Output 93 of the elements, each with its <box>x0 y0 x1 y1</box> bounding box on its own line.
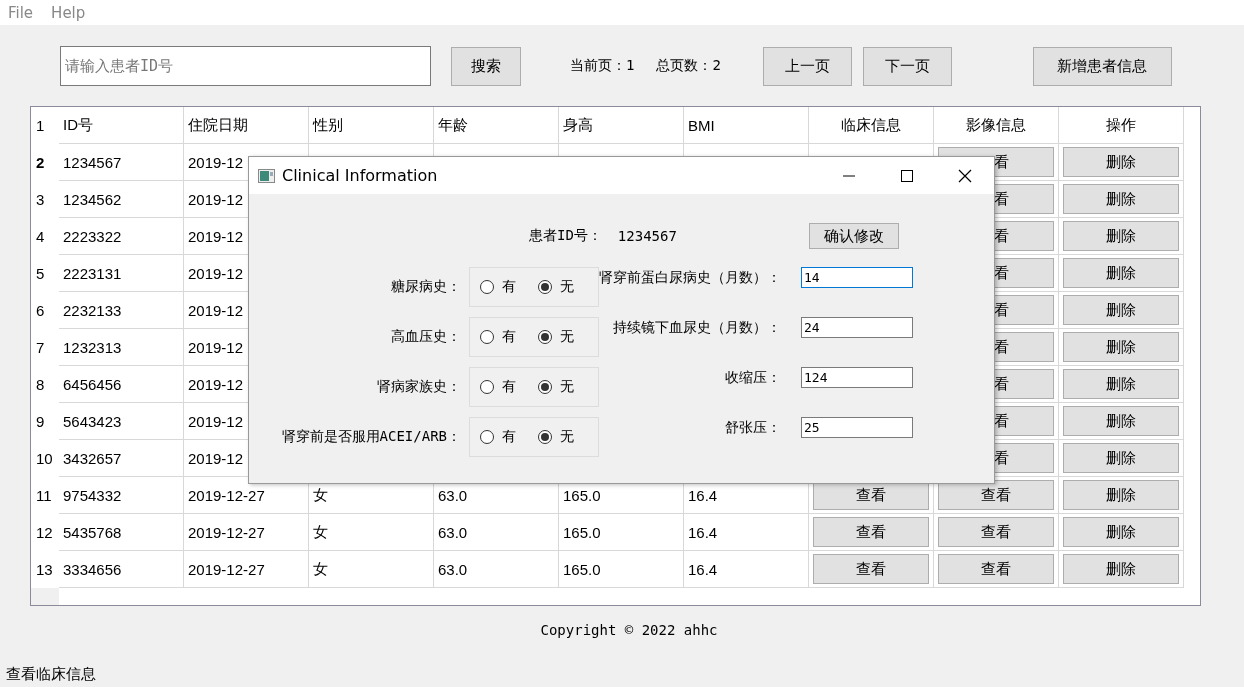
table-cell: 165.0 <box>559 551 684 588</box>
table-cell: 16.4 <box>684 551 809 588</box>
table-cell: 女 <box>309 514 434 551</box>
table-button[interactable]: 删除 <box>1063 258 1179 288</box>
radio-option[interactable]: 无 <box>538 428 574 446</box>
column-header: BMI <box>684 107 809 144</box>
text-field[interactable]: 14 <box>801 267 913 288</box>
table-button[interactable]: 删除 <box>1063 480 1179 510</box>
copyright-text: Copyright © 2022 ahhc <box>540 622 718 640</box>
table-cell: 5643423 <box>59 403 184 440</box>
search-field[interactable]: 请输入患者ID号 <box>60 46 431 86</box>
row-header-strip <box>31 588 59 605</box>
table-button[interactable]: 删除 <box>1063 295 1179 325</box>
column-header: 身高 <box>559 107 684 144</box>
previous-page-button[interactable]: 上一页 <box>762 46 852 86</box>
radio-indicator[interactable] <box>480 280 494 294</box>
table-button[interactable]: 删除 <box>1063 332 1179 362</box>
table-cell: 1234562 <box>59 181 184 218</box>
table-cell: 3334656 <box>59 551 184 588</box>
field-label: 糖尿病史： <box>391 278 461 296</box>
status-text: 查看临床信息 <box>6 665 96 683</box>
table-cell: 9754332 <box>59 477 184 514</box>
table-button[interactable]: 查看 <box>813 554 929 584</box>
column-header: 影像信息 <box>934 107 1059 144</box>
field-label: 肾穿前蛋白尿病史（月数）： <box>599 269 781 287</box>
radio-indicator[interactable] <box>538 380 552 394</box>
column-header: ID号 <box>59 107 184 144</box>
radio-indicator[interactable] <box>480 330 494 344</box>
radio-option[interactable]: 有 <box>480 278 516 296</box>
radio-option[interactable]: 无 <box>538 378 574 396</box>
table-cell: 165.0 <box>559 514 684 551</box>
table-cell: 1234567 <box>59 144 184 181</box>
radio-indicator[interactable] <box>480 430 494 444</box>
table-button[interactable]: 删除 <box>1063 369 1179 399</box>
table-button[interactable]: 查看 <box>938 480 1054 510</box>
field-label: 持续镜下血尿史（月数）： <box>613 319 781 337</box>
table-button[interactable]: 删除 <box>1063 221 1179 251</box>
add-patient-button[interactable]: 新增患者信息 <box>1032 46 1172 86</box>
column-header: 性别 <box>309 107 434 144</box>
field-label: 高血压史： <box>391 328 461 346</box>
text-field[interactable]: 25 <box>801 417 913 438</box>
column-header: 临床信息 <box>809 107 934 144</box>
table-cell: 2223322 <box>59 218 184 255</box>
radio-indicator[interactable] <box>538 430 552 444</box>
table-cell: 2019-12-27 <box>184 551 309 588</box>
patient-id-value: 1234567 <box>617 228 677 244</box>
search-button[interactable]: 搜索 <box>451 46 521 86</box>
table-cell: 16.4 <box>684 514 809 551</box>
table-button[interactable]: 查看 <box>938 517 1054 547</box>
table-cell: 1232313 <box>59 329 184 366</box>
table-cell: 5435768 <box>59 514 184 551</box>
menu-item[interactable]: File <box>8 3 34 22</box>
radio-option[interactable]: 无 <box>538 278 574 296</box>
confirm-button[interactable]: 确认修改 <box>809 223 899 249</box>
field-label: 舒张压： <box>725 419 781 437</box>
total-pages-label: 总页数：2 <box>656 57 721 75</box>
radio-indicator[interactable] <box>538 280 552 294</box>
next-page-button[interactable]: 下一页 <box>862 46 952 86</box>
table-button[interactable]: 删除 <box>1063 554 1179 584</box>
table-cell: 63.0 <box>434 551 559 588</box>
current-page-label: 当前页：1 <box>570 57 635 75</box>
table-cell: 6456456 <box>59 366 184 403</box>
column-header: 操作 <box>1059 107 1184 144</box>
radio-option[interactable]: 有 <box>480 428 516 446</box>
table-button[interactable]: 删除 <box>1063 443 1179 473</box>
table-button[interactable]: 查看 <box>938 554 1054 584</box>
text-field[interactable]: 124 <box>801 367 913 388</box>
menu-item[interactable]: Help <box>51 3 86 22</box>
column-header: 年龄 <box>434 107 559 144</box>
table-button[interactable]: 删除 <box>1063 147 1179 177</box>
radio-option[interactable]: 有 <box>480 328 516 346</box>
table-cell: 3432657 <box>59 440 184 477</box>
maximize-icon[interactable] <box>900 168 914 183</box>
table-cell: 2019-12-27 <box>184 514 309 551</box>
text-field[interactable]: 24 <box>801 317 913 338</box>
radio-indicator[interactable] <box>538 330 552 344</box>
radio-indicator[interactable] <box>480 380 494 394</box>
table-cell: 63.0 <box>434 514 559 551</box>
field-label: 肾病家族史： <box>377 378 461 396</box>
table-button[interactable]: 删除 <box>1063 184 1179 214</box>
table-button[interactable]: 查看 <box>813 517 929 547</box>
table-button[interactable]: 删除 <box>1063 517 1179 547</box>
table-cell: 2232133 <box>59 292 184 329</box>
column-header: 住院日期 <box>184 107 309 144</box>
close-icon[interactable] <box>958 168 972 183</box>
table-cell: 2223131 <box>59 255 184 292</box>
field-label: 患者ID号： <box>529 227 602 245</box>
field-label: 收缩压： <box>725 369 781 387</box>
radio-option[interactable]: 有 <box>480 378 516 396</box>
table-cell: 女 <box>309 551 434 588</box>
table-button[interactable]: 删除 <box>1063 406 1179 436</box>
radio-option[interactable]: 无 <box>538 328 574 346</box>
window-icon <box>258 168 275 183</box>
